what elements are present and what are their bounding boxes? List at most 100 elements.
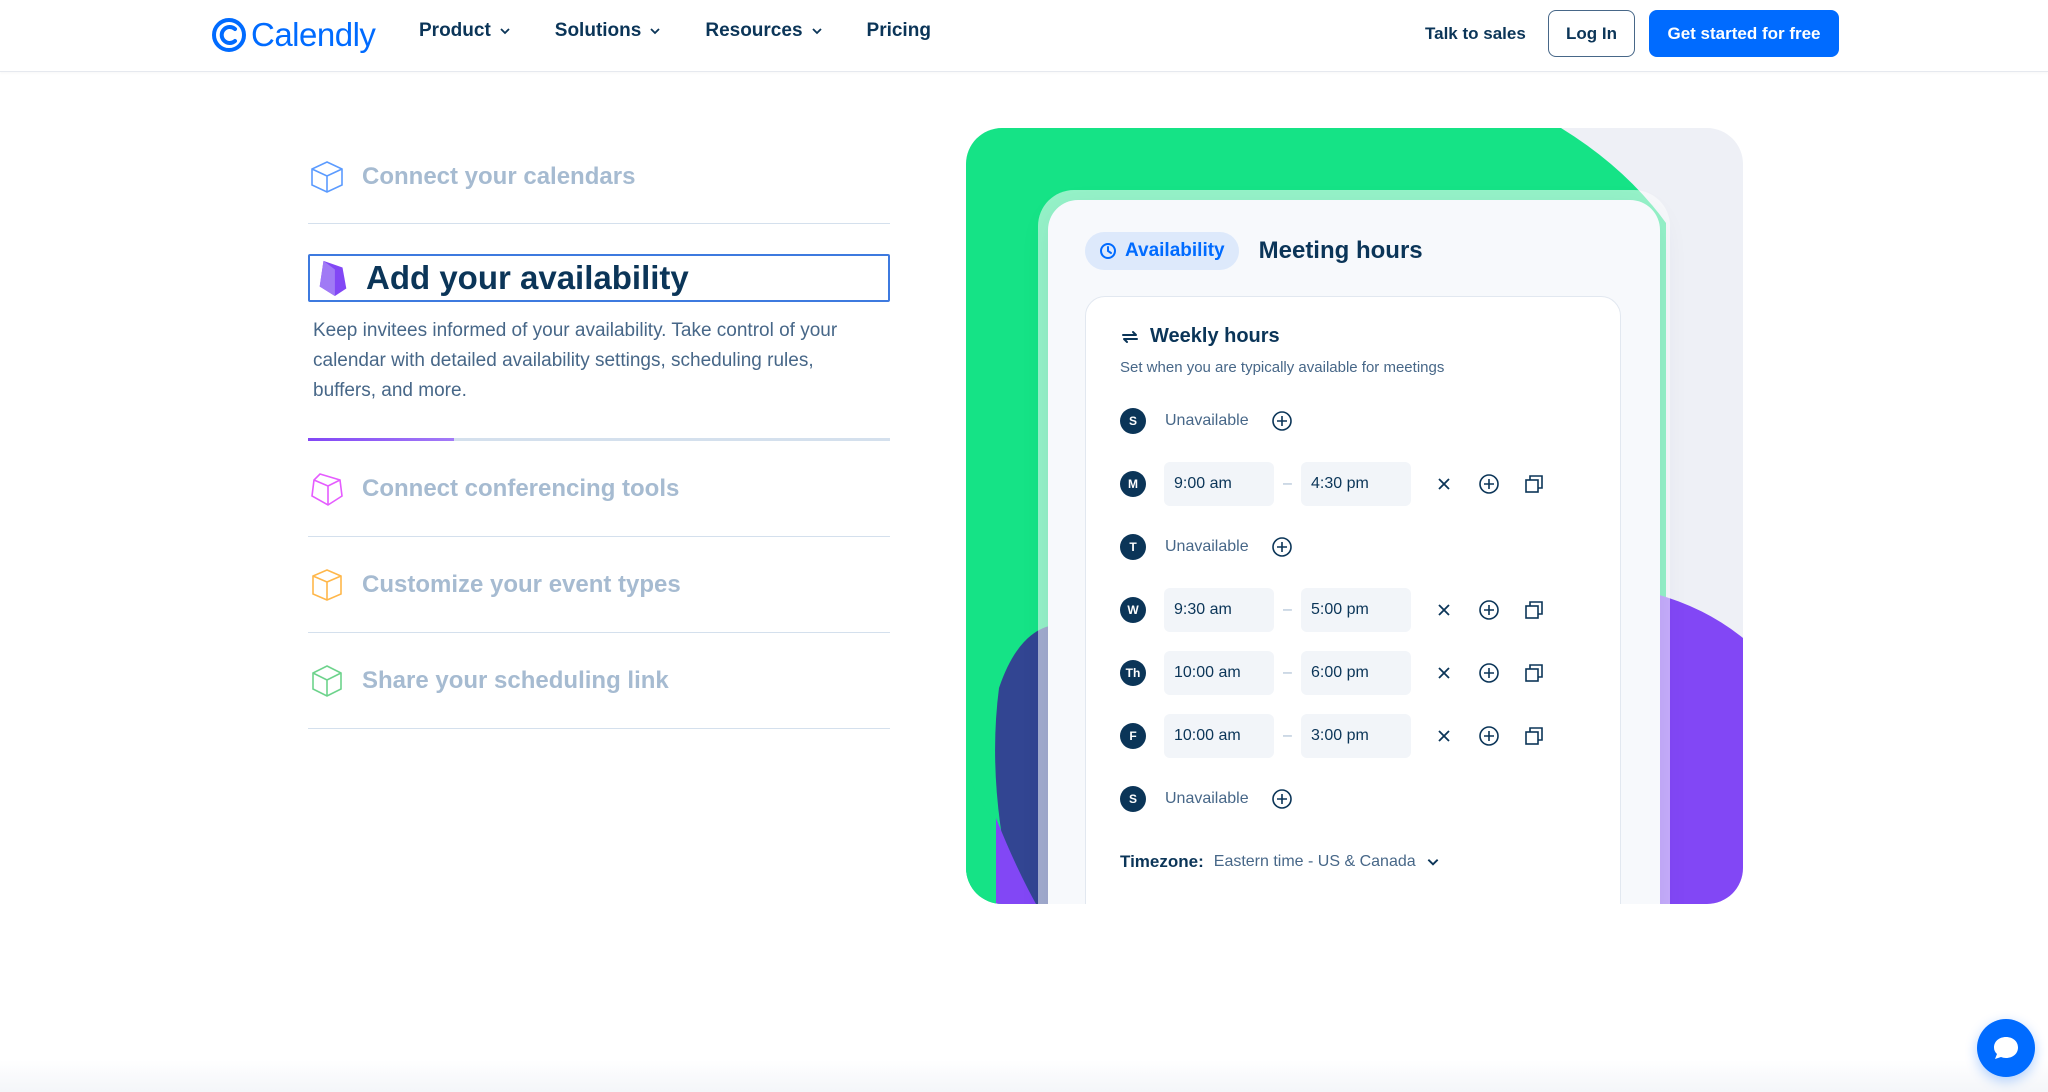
end-time-input[interactable]: 5:00 pm bbox=[1301, 588, 1411, 632]
meeting-hours-title: Meeting hours bbox=[1258, 237, 1423, 264]
weekly-hours-title: Weekly hours bbox=[1120, 325, 1280, 348]
add-interval-icon[interactable] bbox=[1478, 473, 1500, 495]
nav-product-label: Product bbox=[419, 20, 491, 41]
weekly-hours-panel: Weekly hours Set when you are typically … bbox=[1085, 296, 1621, 904]
step-share-scheduling-link[interactable]: Share your scheduling link bbox=[308, 633, 890, 729]
repeat-icon bbox=[1122, 330, 1138, 343]
time-separator: – bbox=[1283, 727, 1292, 744]
copy-icon[interactable] bbox=[1523, 473, 1545, 495]
step-title: Share your scheduling link bbox=[362, 666, 669, 694]
calendly-logo-icon bbox=[212, 18, 246, 52]
start-time-input[interactable]: 10:00 am bbox=[1164, 714, 1274, 758]
time-separator: – bbox=[1283, 475, 1292, 492]
start-time-input[interactable]: 9:00 am bbox=[1164, 462, 1274, 506]
time-separator: – bbox=[1283, 664, 1292, 681]
nav-resources[interactable]: Resources bbox=[705, 20, 822, 42]
remove-interval-icon[interactable] bbox=[1433, 473, 1455, 495]
share-link-cube-icon bbox=[308, 662, 346, 700]
event-types-cube-icon bbox=[308, 566, 346, 604]
day-row-wednesday: W 9:30 am – 5:00 pm bbox=[1120, 588, 1545, 632]
top-nav: Calendly Product Solutions Resources Pri… bbox=[0, 0, 2048, 72]
add-interval-icon[interactable] bbox=[1271, 536, 1293, 558]
nav-solutions-label: Solutions bbox=[554, 20, 642, 41]
day-row-saturday: S Unavailable bbox=[1120, 777, 1293, 821]
weekly-hours-label: Weekly hours bbox=[1150, 325, 1280, 347]
step-add-availability-header[interactable]: Add your availability bbox=[308, 254, 890, 302]
availability-cube-icon bbox=[314, 259, 352, 297]
add-interval-icon[interactable] bbox=[1478, 725, 1500, 747]
meeting-hours-card: Availability Meeting hours Weekly hours … bbox=[1048, 200, 1660, 904]
day-badge: Th bbox=[1120, 660, 1146, 686]
copy-icon[interactable] bbox=[1523, 725, 1545, 747]
logo-text: Calendly bbox=[251, 16, 376, 53]
nav-resources-label: Resources bbox=[705, 20, 803, 41]
step-connect-calendars[interactable]: Connect your calendars bbox=[308, 130, 890, 224]
day-badge: S bbox=[1120, 408, 1146, 434]
unavailable-label: Unavailable bbox=[1165, 412, 1249, 429]
day-badge: T bbox=[1120, 534, 1146, 560]
timezone-selector[interactable]: Timezone: Eastern time - US & Canada bbox=[1120, 852, 1440, 872]
card-header: Availability Meeting hours bbox=[1085, 232, 1423, 270]
chevron-down-icon bbox=[811, 28, 822, 35]
chat-widget-button[interactable] bbox=[1977, 1019, 2035, 1077]
end-time-input[interactable]: 4:30 pm bbox=[1301, 462, 1411, 506]
chevron-down-icon bbox=[650, 28, 660, 35]
talk-to-sales-link[interactable]: Talk to sales bbox=[1425, 24, 1526, 44]
day-badge: S bbox=[1120, 786, 1146, 812]
step-title: Connect conferencing tools bbox=[362, 474, 680, 502]
nav-solutions[interactable]: Solutions bbox=[555, 20, 662, 42]
availability-pill[interactable]: Availability bbox=[1085, 232, 1239, 270]
clock-icon bbox=[1100, 243, 1116, 259]
calendar-cube-icon bbox=[308, 158, 346, 196]
add-interval-icon[interactable] bbox=[1478, 599, 1500, 621]
unavailable-label: Unavailable bbox=[1165, 790, 1249, 807]
login-button[interactable]: Log In bbox=[1548, 10, 1635, 57]
add-interval-icon[interactable] bbox=[1478, 662, 1500, 684]
add-interval-icon[interactable] bbox=[1271, 788, 1293, 810]
day-row-friday: F 10:00 am – 3:00 pm bbox=[1120, 714, 1545, 758]
copy-icon[interactable] bbox=[1523, 599, 1545, 621]
availability-illustration: Availability Meeting hours Weekly hours … bbox=[966, 128, 1743, 904]
day-row-sunday: S Unavailable bbox=[1120, 399, 1293, 443]
start-time-input[interactable]: 9:30 am bbox=[1164, 588, 1274, 632]
step-title: Connect your calendars bbox=[362, 162, 636, 190]
day-badge: F bbox=[1120, 723, 1146, 749]
day-badge: M bbox=[1120, 471, 1146, 497]
day-row-thursday: Th 10:00 am – 6:00 pm bbox=[1120, 651, 1545, 695]
step-add-availability: Add your availability Keep invitees info… bbox=[308, 254, 890, 441]
step-title: Add your availability bbox=[366, 259, 689, 296]
end-time-input[interactable]: 3:00 pm bbox=[1301, 714, 1411, 758]
remove-interval-icon[interactable] bbox=[1433, 725, 1455, 747]
add-interval-icon[interactable] bbox=[1271, 410, 1293, 432]
step-connect-conferencing[interactable]: Connect conferencing tools bbox=[308, 441, 890, 537]
remove-interval-icon[interactable] bbox=[1433, 599, 1455, 621]
calendly-logo[interactable]: Calendly bbox=[211, 12, 376, 58]
weekly-hours-subtitle: Set when you are typically available for… bbox=[1120, 359, 1445, 376]
nav-pricing[interactable]: Pricing bbox=[867, 20, 931, 42]
onboarding-steps: Connect your calendars Add your availabi… bbox=[308, 130, 890, 729]
step-customize-event-types[interactable]: Customize your event types bbox=[308, 537, 890, 633]
time-separator: – bbox=[1283, 601, 1292, 618]
chevron-down-icon bbox=[500, 28, 510, 35]
nav-product[interactable]: Product bbox=[419, 20, 511, 42]
remove-interval-icon[interactable] bbox=[1433, 662, 1455, 684]
main-nav: Product Solutions Resources Pricing bbox=[419, 20, 931, 42]
start-time-input[interactable]: 10:00 am bbox=[1164, 651, 1274, 695]
timezone-label: Timezone: bbox=[1120, 852, 1204, 871]
chevron-down-icon bbox=[1427, 859, 1438, 866]
footer-fade bbox=[0, 1060, 2048, 1092]
step-title: Customize your event types bbox=[362, 570, 681, 598]
day-badge: W bbox=[1120, 597, 1146, 623]
copy-icon[interactable] bbox=[1523, 662, 1545, 684]
step-description: Keep invitees informed of your availabil… bbox=[313, 320, 838, 401]
day-row-tuesday: T Unavailable bbox=[1120, 525, 1293, 569]
conferencing-cube-icon bbox=[308, 470, 346, 508]
availability-pill-label: Availability bbox=[1125, 240, 1225, 261]
nav-pricing-label: Pricing bbox=[866, 20, 931, 41]
day-row-monday: M 9:00 am – 4:30 pm bbox=[1120, 462, 1545, 506]
get-started-button[interactable]: Get started for free bbox=[1649, 10, 1839, 57]
unavailable-label: Unavailable bbox=[1165, 538, 1249, 555]
end-time-input[interactable]: 6:00 pm bbox=[1301, 651, 1411, 695]
timezone-value: Eastern time - US & Canada bbox=[1213, 853, 1416, 870]
chat-bubble-icon bbox=[1994, 1037, 2018, 1059]
